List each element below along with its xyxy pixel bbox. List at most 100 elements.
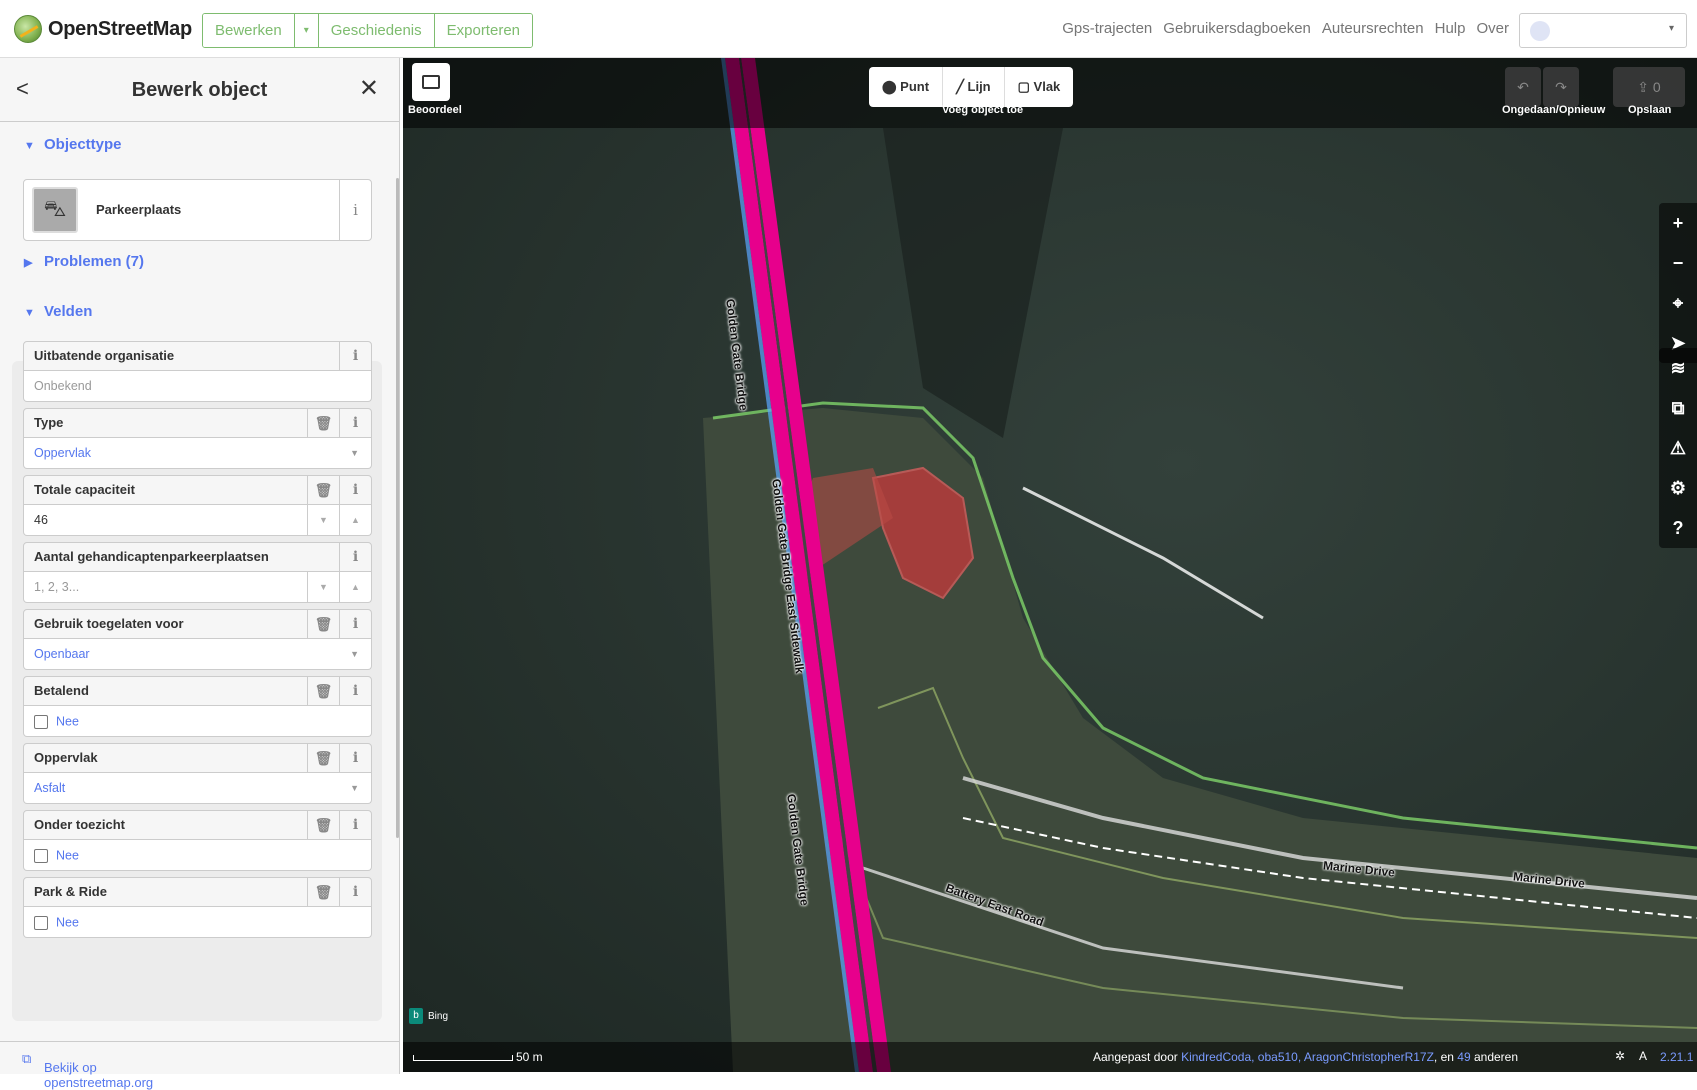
osm-logo-icon — [14, 15, 42, 43]
edit-dropdown-button[interactable]: ▾ — [294, 14, 319, 47]
attribution-users[interactable]: KindredCoda, oba510, AragonChristopherR1… — [1181, 1050, 1434, 1064]
stepper-value: 46 — [34, 513, 48, 527]
info-button[interactable]: i — [339, 180, 371, 240]
increment-icon[interactable]: ▲ — [339, 572, 371, 602]
add-line-button[interactable]: ╱ Lijn — [943, 67, 1005, 107]
type-combo[interactable]: Oppervlak ▼ — [23, 438, 372, 469]
redo-button[interactable]: ↷ — [1543, 67, 1579, 107]
close-button[interactable]: ✕ — [359, 74, 379, 103]
layers-icon[interactable]: ≋ — [1659, 348, 1697, 388]
preferences-icon[interactable]: ⚙ — [1659, 468, 1697, 508]
problems-section-toggle[interactable]: ▶ Problemen (7) — [24, 253, 144, 270]
issues-icon[interactable]: ⚠ — [1659, 428, 1697, 468]
decrement-icon[interactable]: ▼ — [307, 572, 339, 602]
nav-diaries[interactable]: Gebruikersdagboeken — [1163, 20, 1311, 37]
trash-icon[interactable]: 🗑 — [307, 677, 339, 705]
checkbox[interactable] — [34, 714, 48, 729]
section-heading: Objecttype — [44, 136, 122, 153]
objecttype-section-toggle[interactable]: ▼ Objecttype — [24, 136, 122, 153]
nav-gps-traces[interactable]: Gps-trajecten — [1062, 20, 1152, 37]
car-icon: ⛍ — [32, 187, 78, 233]
surface-combo[interactable]: Asfalt ▼ — [23, 773, 372, 804]
sidebar-footer: ⧉ Bekijk op openstreetmap.org — [0, 1041, 399, 1090]
export-button[interactable]: Exporteren — [434, 14, 532, 47]
translate-icon[interactable]: A — [1639, 1049, 1647, 1063]
view-on-osm-link[interactable]: ⧉ Bekijk op openstreetmap.org — [22, 1051, 153, 1090]
help-icon[interactable]: ? — [1659, 508, 1697, 548]
checkbox[interactable] — [34, 848, 48, 863]
fee-checkbox[interactable]: Nee — [23, 706, 372, 737]
info-button[interactable]: i — [339, 543, 371, 571]
field-label: Betalend — [34, 683, 89, 698]
info-button[interactable]: i — [339, 677, 371, 705]
checkbox-label: Nee — [56, 714, 79, 729]
point-icon: ⬤ — [882, 79, 901, 94]
sidebar-scrollbar[interactable] — [396, 178, 399, 838]
osm-logo[interactable]: OpenStreetMap — [14, 15, 192, 43]
capacity-stepper[interactable]: 46 ▼ ▲ — [23, 505, 372, 536]
trash-icon[interactable]: 🗑 — [307, 409, 339, 437]
field-label: Uitbatende organisatie — [34, 348, 175, 363]
edit-button-group: Bewerken ▾ Geschiedenis Exporteren — [202, 13, 533, 48]
access-combo[interactable]: Openbaar ▼ — [23, 639, 372, 670]
map-data-icon[interactable]: ⧉ — [1659, 388, 1697, 428]
undo-redo-label: Ongedaan/Opnieuw — [1502, 104, 1606, 116]
history-button[interactable]: Geschiedenis — [318, 14, 435, 47]
info-button[interactable]: i — [339, 342, 371, 370]
version-label[interactable]: 2.21.1 — [1660, 1050, 1693, 1064]
add-area-button[interactable]: ▢ Vlak — [1005, 67, 1074, 107]
attribution: Aangepast door KindredCoda, oba510, Arag… — [1093, 1050, 1518, 1064]
edit-button[interactable]: Bewerken — [203, 14, 295, 47]
disabled-capacity-stepper[interactable]: 1, 2, 3... ▼ ▲ — [23, 572, 372, 603]
trash-icon[interactable]: 🗑 — [307, 744, 339, 772]
field-park-ride: Park & Ride 🗑 i Nee — [23, 877, 372, 938]
imagery-name: Bing — [428, 1010, 449, 1022]
chevron-down-icon: ▼ — [24, 140, 35, 152]
trash-icon[interactable]: 🗑 — [307, 878, 339, 906]
info-button[interactable]: i — [339, 610, 371, 638]
field-fee: Betalend 🗑 i Nee — [23, 676, 372, 737]
decrement-icon[interactable]: ▼ — [307, 505, 339, 535]
checkbox[interactable] — [34, 915, 48, 930]
add-feature-toolbar: ⬤ Punt ╱ Lijn ▢ Vlak — [869, 67, 1074, 107]
nav-about[interactable]: Over — [1476, 20, 1509, 37]
info-button[interactable]: i — [339, 476, 371, 504]
supervised-checkbox[interactable]: Nee — [23, 840, 372, 871]
add-point-button[interactable]: ⬤ Punt — [869, 67, 944, 107]
sidebar-toggle-button[interactable] — [412, 63, 450, 101]
info-button[interactable]: i — [339, 744, 371, 772]
bug-icon[interactable]: ✲ — [1615, 1049, 1625, 1063]
info-button[interactable]: i — [339, 878, 371, 906]
undo-icon: ↶ — [1517, 79, 1529, 95]
operator-input[interactable]: Onbekend — [23, 371, 372, 402]
save-button[interactable]: ⇪ 0 — [1613, 67, 1685, 107]
tool-label: Vlak — [1033, 79, 1061, 94]
add-feature-label: Voeg object toe — [942, 104, 1024, 116]
nav-help[interactable]: Hulp — [1435, 20, 1466, 37]
checkbox-label: Nee — [56, 848, 79, 863]
chevron-down-icon: ▼ — [350, 649, 359, 659]
section-heading: Problemen (7) — [44, 253, 145, 270]
trash-icon[interactable]: 🗑 — [307, 476, 339, 504]
attribution-middle: , en — [1433, 1050, 1454, 1064]
field-label: Type — [34, 415, 64, 430]
attribution-count[interactable]: 49 — [1457, 1050, 1470, 1064]
nav-copyright[interactable]: Auteursrechten — [1322, 20, 1424, 37]
trash-icon[interactable]: 🗑 — [307, 610, 339, 638]
zoom-out-icon[interactable]: − — [1659, 243, 1697, 283]
park-ride-checkbox[interactable]: Nee — [23, 907, 372, 938]
map-imagery — [403, 58, 1697, 1072]
info-button[interactable]: i — [339, 409, 371, 437]
zoom-to-selection-icon[interactable]: ⌖ — [1659, 283, 1697, 323]
trash-icon[interactable]: 🗑 — [307, 811, 339, 839]
sidebar-icon — [422, 75, 440, 89]
preset-selector[interactable]: ⛍ Parkeerplaats i — [23, 179, 372, 241]
fields-section-toggle[interactable]: ▼ Velden — [24, 303, 92, 320]
map-canvas[interactable]: Beoordeel ⬤ Punt ╱ Lijn ▢ Vlak Voeg obje… — [403, 58, 1697, 1072]
increment-icon[interactable]: ▲ — [339, 505, 371, 535]
undo-button[interactable]: ↶ — [1505, 67, 1541, 107]
info-button[interactable]: i — [339, 811, 371, 839]
user-menu[interactable]: ▾ — [1519, 13, 1687, 48]
zoom-in-icon[interactable]: + — [1659, 203, 1697, 243]
attribution-suffix: anderen — [1473, 1050, 1519, 1064]
